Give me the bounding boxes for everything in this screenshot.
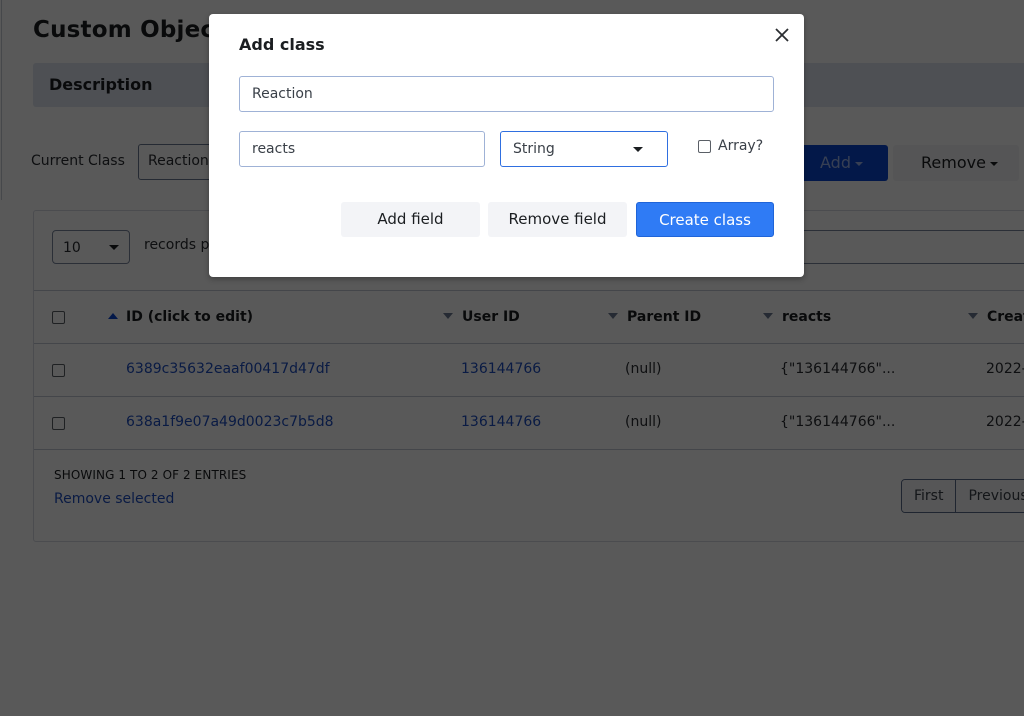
modal-title: Add class: [239, 35, 325, 54]
array-checkbox[interactable]: [698, 140, 711, 153]
create-class-button[interactable]: Create class: [636, 202, 774, 237]
close-icon: [775, 28, 789, 42]
field-name-input[interactable]: [239, 131, 485, 167]
add-field-button[interactable]: Add field: [341, 202, 480, 237]
add-class-modal: Add class String Array? Add field Remove…: [209, 14, 804, 277]
field-type-value: String: [513, 141, 555, 157]
field-type-select[interactable]: String: [500, 131, 668, 167]
close-button[interactable]: [771, 24, 793, 46]
remove-field-button[interactable]: Remove field: [488, 202, 627, 237]
caret-down-icon: [633, 147, 643, 152]
class-name-input[interactable]: [239, 76, 774, 112]
array-label: Array?: [718, 138, 764, 154]
